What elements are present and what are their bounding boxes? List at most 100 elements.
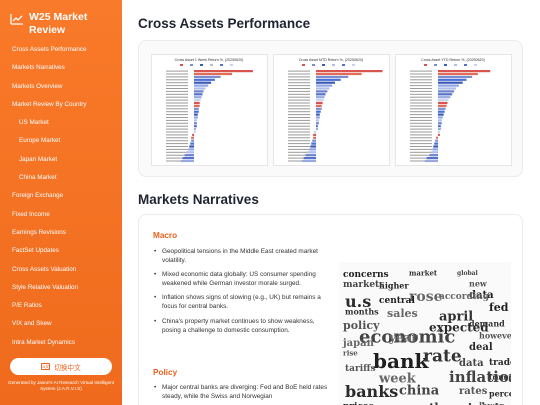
bar bbox=[313, 133, 316, 136]
bar-label bbox=[166, 131, 188, 133]
wordcloud-word: trump bbox=[489, 373, 511, 382]
bar bbox=[438, 78, 467, 81]
sidebar-item[interactable]: Intra Market Dynamics bbox=[0, 339, 122, 357]
wordcloud-word: however bbox=[479, 330, 511, 340]
section-title-cross-assets: Cross Assets Performance bbox=[138, 16, 311, 31]
bar bbox=[438, 107, 446, 110]
sidebar-item[interactable]: Foreign Exchange bbox=[0, 192, 122, 210]
sidebar-item[interactable]: P/E Ratios bbox=[0, 302, 122, 320]
bar bbox=[194, 128, 196, 131]
sidebar-item[interactable]: Markets Overview bbox=[0, 83, 122, 101]
legend-swatch bbox=[464, 64, 467, 66]
bar-label bbox=[166, 122, 188, 124]
sidebar-item[interactable]: FactSet Updates bbox=[0, 247, 122, 265]
bar-label bbox=[410, 154, 432, 156]
chart-ytd-return[interactable]: Cross Asset YTD Return %, (20250620) bbox=[395, 54, 512, 166]
sidebar-item[interactable]: Markets Narratives bbox=[0, 64, 122, 82]
legend-swatch bbox=[230, 64, 233, 66]
sidebar-item[interactable]: Fixed Income bbox=[0, 211, 122, 229]
sidebar-item[interactable]: US Market bbox=[0, 119, 122, 137]
chart-mtd-return[interactable]: Cross Asset MTD Return %, (20250620) bbox=[273, 54, 390, 166]
bar bbox=[316, 128, 318, 131]
bar bbox=[438, 75, 473, 78]
wordcloud-word: bank bbox=[373, 349, 429, 373]
legend-swatch bbox=[342, 64, 345, 66]
legend-swatch bbox=[180, 64, 183, 66]
bar-label bbox=[410, 76, 432, 78]
wordcloud-word: sales bbox=[387, 307, 418, 320]
main-content: Cross Assets Performance Cross Asset 1 W… bbox=[122, 0, 540, 405]
chart-1-week-return[interactable]: Cross Asset 1 Week Return %, (20250620) bbox=[151, 54, 268, 166]
language-toggle-button[interactable]: A文 切换中文 bbox=[10, 358, 112, 375]
bar-label bbox=[288, 143, 310, 145]
bar-label bbox=[410, 148, 432, 150]
bar bbox=[316, 81, 335, 84]
bar bbox=[194, 96, 202, 99]
bar-label bbox=[410, 119, 432, 121]
bar bbox=[438, 87, 457, 90]
bar bbox=[438, 90, 455, 93]
bar bbox=[309, 148, 316, 151]
bar bbox=[316, 113, 320, 116]
sidebar-item[interactable]: Europe Market bbox=[0, 137, 122, 155]
wordcloud-word: percent bbox=[489, 388, 511, 398]
legend-swatch bbox=[434, 64, 437, 66]
sidebar-item[interactable]: Earnings Revisions bbox=[0, 229, 122, 247]
bar bbox=[438, 133, 440, 136]
bar-label bbox=[166, 140, 188, 142]
bar-label bbox=[410, 146, 432, 147]
wordcloud-word: rate bbox=[423, 347, 462, 367]
chart-1-week-svg: Cross Asset 1 Week Return %, (20250620) bbox=[166, 58, 253, 163]
bar-label bbox=[166, 93, 188, 95]
sidebar-item[interactable]: Style Relative Valuation bbox=[0, 284, 122, 302]
sidebar-item[interactable]: VIX and Skew bbox=[0, 320, 122, 338]
bar-label bbox=[288, 151, 310, 153]
bar bbox=[438, 116, 443, 119]
bar bbox=[188, 148, 194, 151]
wordcloud-word: rise bbox=[343, 349, 358, 358]
bar-label bbox=[410, 93, 432, 95]
legend-swatch bbox=[302, 64, 305, 66]
list-item: Inflation shows signs of slowing (e.g., … bbox=[153, 293, 333, 311]
bar-label bbox=[410, 73, 432, 75]
bar-label bbox=[410, 111, 432, 113]
bar-label bbox=[410, 102, 432, 104]
wordcloud-word: fed bbox=[489, 301, 509, 314]
bar bbox=[316, 116, 320, 119]
list-item: Major central banks are diverging: Fed a… bbox=[153, 383, 333, 401]
bar-label bbox=[288, 93, 310, 95]
bar bbox=[194, 90, 204, 93]
sidebar-item[interactable]: Cross Assets Valuation bbox=[0, 266, 122, 284]
legend-swatch bbox=[312, 64, 315, 66]
brand[interactable]: W25 Market Review bbox=[0, 0, 122, 46]
bar-label bbox=[410, 137, 432, 139]
bar-label bbox=[166, 102, 188, 104]
sidebar-item[interactable]: Cross Assets Performance bbox=[0, 46, 122, 64]
bar bbox=[194, 75, 221, 78]
bar bbox=[189, 145, 194, 148]
bar bbox=[438, 96, 451, 99]
bar-label bbox=[288, 111, 310, 113]
bar bbox=[194, 130, 196, 134]
bar bbox=[184, 154, 194, 157]
bar bbox=[194, 119, 197, 122]
bar bbox=[431, 151, 438, 154]
bar bbox=[316, 70, 383, 73]
bar-label bbox=[166, 117, 188, 118]
bar-label bbox=[288, 90, 310, 92]
sidebar-item[interactable]: Japan Market bbox=[0, 156, 122, 174]
sidebar-item[interactable]: China Market bbox=[0, 174, 122, 192]
bar-label bbox=[166, 148, 188, 150]
wordcloud-word: year bbox=[388, 331, 418, 345]
legend-swatch bbox=[352, 64, 355, 66]
legend-swatch bbox=[454, 64, 457, 66]
wordcloud-word: rates bbox=[459, 386, 488, 397]
bar bbox=[194, 122, 197, 125]
bar bbox=[316, 84, 333, 87]
bar bbox=[191, 139, 194, 142]
bar-label bbox=[410, 85, 432, 87]
bar bbox=[424, 159, 438, 163]
wordcloud-word: market bbox=[409, 269, 438, 278]
legend-swatch bbox=[332, 64, 335, 66]
sidebar-item[interactable]: Market Review By Country bbox=[0, 101, 122, 119]
